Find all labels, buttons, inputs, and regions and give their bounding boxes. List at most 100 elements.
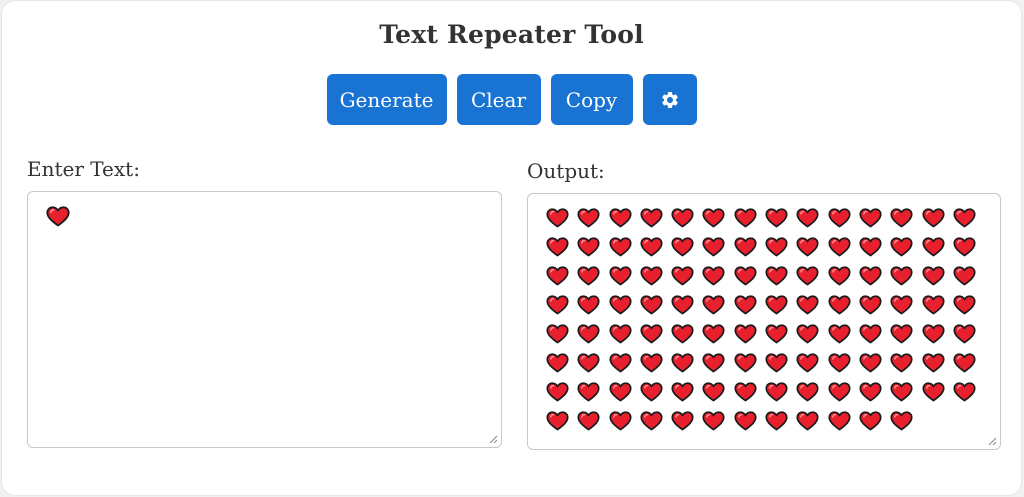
input-textarea[interactable]: ❤️ (27, 191, 502, 448)
generate-button[interactable]: Generate (326, 74, 447, 125)
heart-icon (546, 208, 569, 228)
heart-icon (922, 237, 945, 257)
output-heart-item (640, 381, 671, 403)
output-heart-item (890, 294, 921, 316)
output-heart-item (828, 207, 859, 229)
input-label: Enter Text: (27, 157, 140, 181)
heart-icon (796, 266, 819, 286)
output-heart-item (640, 352, 671, 374)
heart-icon (734, 411, 757, 431)
heart-icon (702, 382, 726, 402)
output-heart-item (796, 294, 827, 316)
heart-icon (671, 324, 694, 344)
heart-icon (702, 411, 726, 431)
output-heart-item (859, 410, 890, 432)
heart-icon (953, 266, 976, 286)
heart-icon (702, 208, 726, 228)
heart-icon (859, 411, 882, 431)
output-heart-item (577, 352, 608, 374)
heart-icon (702, 237, 726, 257)
output-textarea[interactable] (527, 193, 1001, 450)
heart-icon (671, 382, 694, 402)
heart-icon (577, 353, 600, 373)
heart-icon (796, 237, 819, 257)
heart-icon (546, 411, 569, 431)
output-heart-item (859, 323, 890, 345)
page-title: Text Repeater Tool (379, 20, 644, 49)
output-heart-item (890, 410, 921, 432)
resize-grip-icon[interactable] (489, 435, 498, 444)
output-heart-item (640, 265, 671, 287)
output-heart-item (922, 207, 953, 229)
output-heart-item (609, 410, 640, 432)
output-heart-item (609, 207, 640, 229)
heart-icon (890, 208, 913, 228)
heart-icon (702, 266, 726, 286)
output-heart-item (953, 381, 984, 403)
output-heart-item (953, 323, 984, 345)
heart-icon (609, 237, 632, 257)
output-heart-item (640, 323, 671, 345)
heart-icon (734, 237, 757, 257)
output-heart-item (859, 236, 890, 258)
output-heart-item (702, 265, 733, 287)
output-heart-item (765, 352, 796, 374)
output-heart-item (702, 352, 733, 374)
output-heart-item (890, 207, 921, 229)
output-heart-item (765, 265, 796, 287)
output-heart-item (890, 352, 921, 374)
heart-icon (577, 266, 600, 286)
output-heart-item (953, 265, 984, 287)
output-heart-item (671, 294, 702, 316)
output-heart-item (734, 410, 765, 432)
heart-icon (577, 295, 600, 315)
heart-icon (671, 266, 694, 286)
resize-grip-icon[interactable] (988, 437, 997, 446)
heart-icon (765, 324, 788, 344)
output-heart-item (702, 236, 733, 258)
settings-button[interactable] (642, 74, 697, 125)
heart-icon (953, 208, 976, 228)
heart-icon (734, 295, 757, 315)
output-heart-item (765, 207, 796, 229)
heart-icon (734, 353, 757, 373)
copy-button[interactable]: Copy (550, 74, 633, 125)
output-heart-item (765, 236, 796, 258)
output-heart-item (546, 236, 577, 258)
heart-icon (734, 208, 757, 228)
output-heart-item (546, 294, 577, 316)
heart-icon (890, 353, 913, 373)
heart-icon (828, 324, 851, 344)
output-heart-item (640, 410, 671, 432)
output-heart-item (640, 294, 671, 316)
heart-icon (640, 382, 663, 402)
heart-icon (46, 206, 70, 227)
heart-icon (702, 295, 726, 315)
heart-icon (796, 411, 819, 431)
output-heart-item (702, 323, 733, 345)
heart-icon (671, 411, 694, 431)
heart-icon (734, 266, 757, 286)
heart-icon (890, 411, 913, 431)
heart-icon (828, 295, 851, 315)
heart-icon (828, 208, 851, 228)
output-heart-item (577, 265, 608, 287)
heart-icon (609, 208, 632, 228)
output-heart-item (796, 410, 827, 432)
heart-icon (577, 208, 600, 228)
output-heart-item (859, 207, 890, 229)
toolbar: Generate Clear Copy (2, 74, 1021, 125)
output-heart-item (671, 352, 702, 374)
output-heart-item (702, 294, 733, 316)
output-heart-item (859, 265, 890, 287)
output-heart-item (640, 207, 671, 229)
output-heart-item (609, 381, 640, 403)
output-heart-item (765, 381, 796, 403)
clear-button[interactable]: Clear (456, 74, 541, 125)
heart-icon (546, 353, 569, 373)
heart-icon (609, 295, 632, 315)
output-heart-item (546, 323, 577, 345)
output-heart-item (796, 265, 827, 287)
output-heart-item (577, 323, 608, 345)
output-heart-item (890, 323, 921, 345)
